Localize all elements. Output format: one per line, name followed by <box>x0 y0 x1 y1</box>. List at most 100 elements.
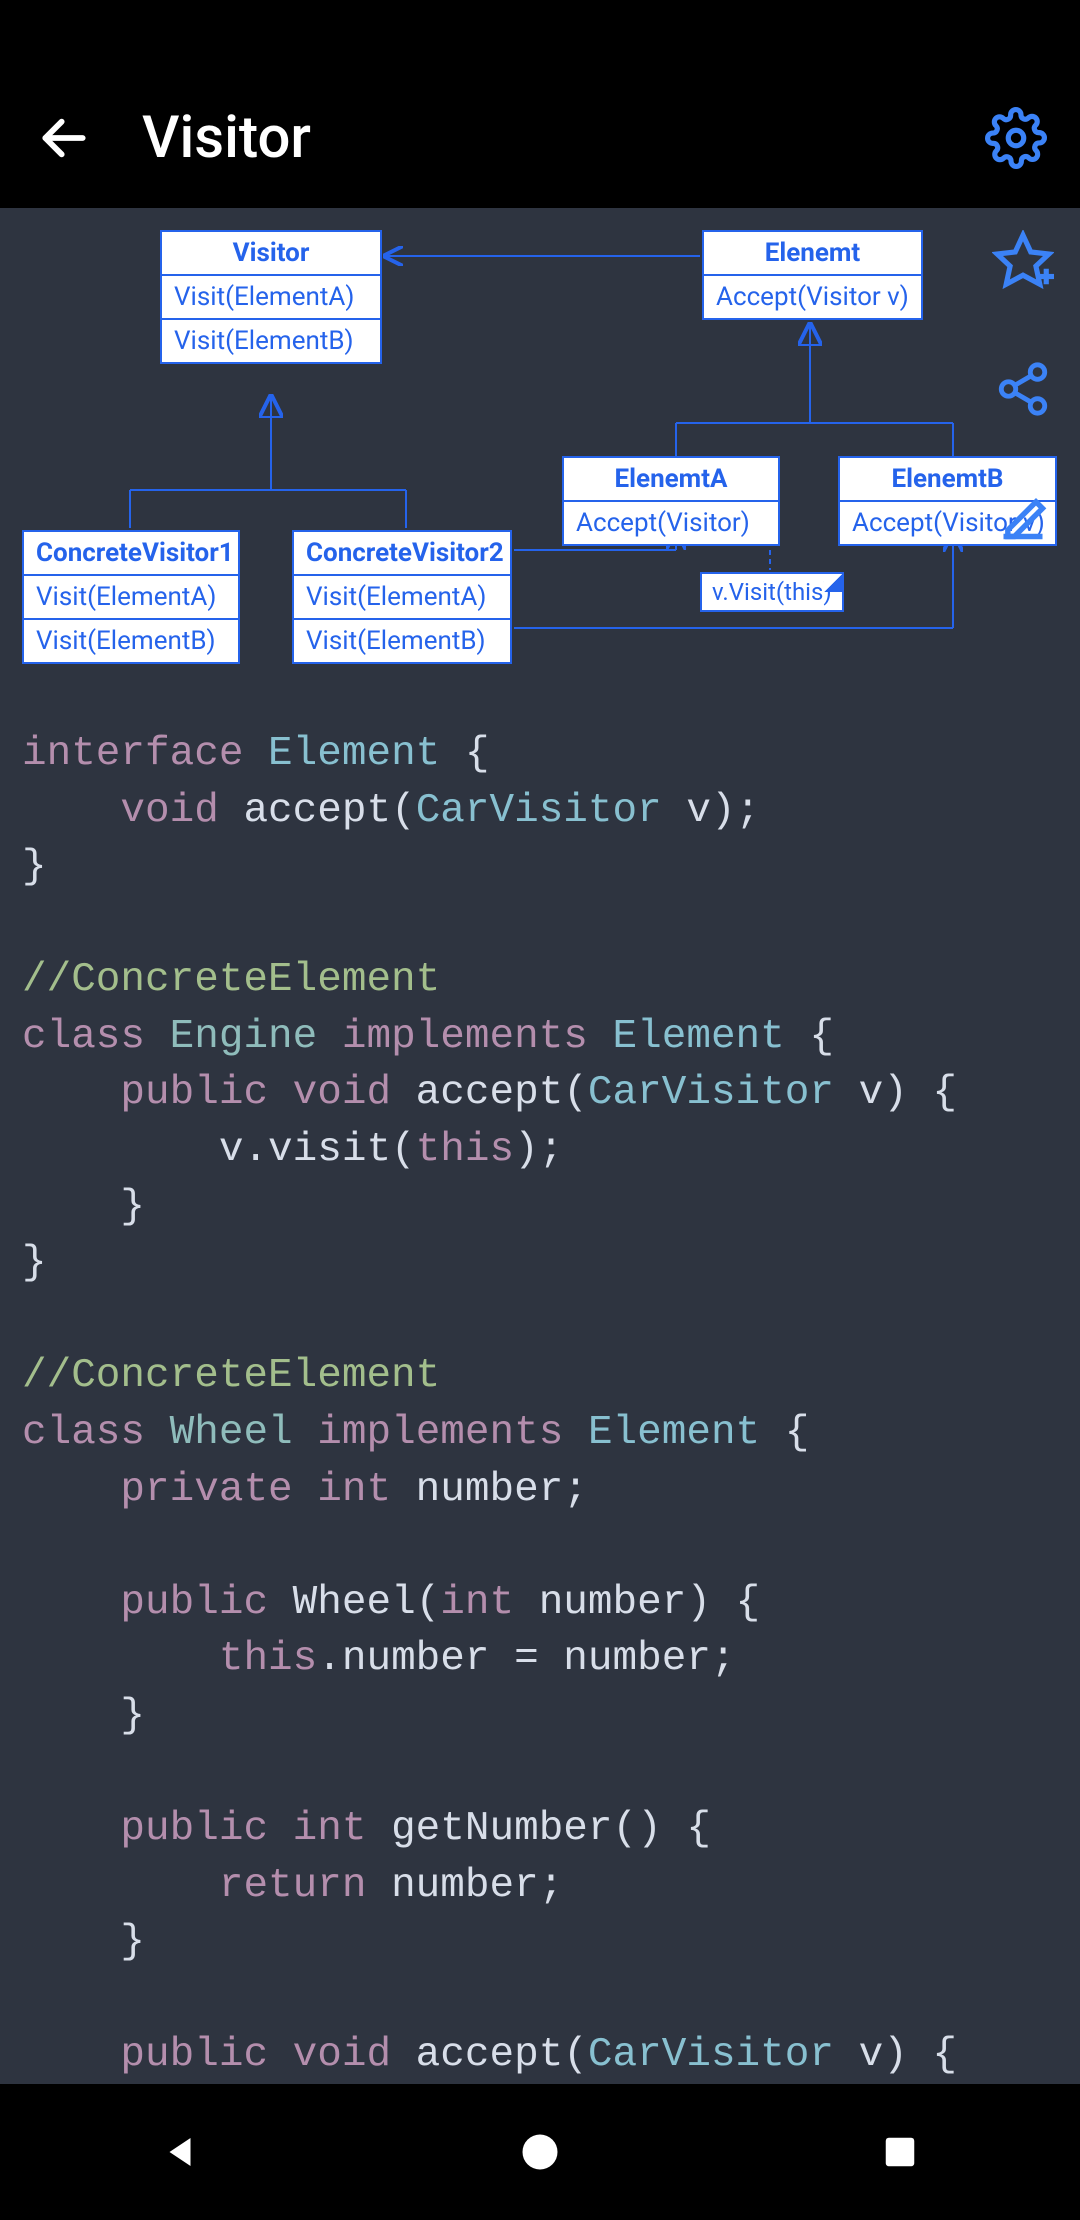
type: Element <box>588 1410 760 1456</box>
uml-method: Visit(ElementB) <box>24 620 238 662</box>
share-icon <box>994 360 1052 418</box>
uml-method: Accept(Visitor v) <box>704 276 921 318</box>
txt: v); <box>662 788 760 834</box>
txt: } <box>22 1184 145 1230</box>
kw: int <box>317 1467 391 1513</box>
txt: v.visit( <box>22 1127 416 1173</box>
txt: { <box>440 731 489 777</box>
kw: implements <box>317 1410 563 1456</box>
uml-method: Accept(Visitor) <box>564 502 778 544</box>
uml-element: Elenemt Accept(Visitor v) <box>702 230 923 320</box>
txt <box>22 1806 120 1852</box>
uml-method: Visit(ElementB) <box>162 320 380 362</box>
android-nav-bar <box>0 2084 1080 2220</box>
type: CarVisitor <box>588 2032 834 2078</box>
uml-note: v.Visit(this) <box>700 572 844 612</box>
txt: number) { <box>514 1580 760 1626</box>
edit-button[interactable] <box>988 482 1058 552</box>
txt: { <box>785 1014 834 1060</box>
txt <box>22 1467 120 1513</box>
txt: accept( <box>391 2032 588 2078</box>
txt: ); <box>514 1127 563 1173</box>
txt: } <box>22 1693 145 1739</box>
kw: class <box>22 1410 145 1456</box>
txt <box>22 1580 120 1626</box>
kw: this <box>219 1636 317 1682</box>
uml-head: Visitor <box>162 232 380 276</box>
nav-recent-button[interactable] <box>870 2122 930 2182</box>
uml-method: Visit(ElementB) <box>294 620 510 662</box>
status-bar <box>0 0 1080 68</box>
page-title: Visitor <box>142 104 980 172</box>
uml-visitor: Visitor Visit(ElementA) Visit(ElementB) <box>160 230 382 364</box>
uml-method: Visit(ElementA) <box>294 576 510 620</box>
comment: //ConcreteElement <box>22 1353 440 1399</box>
gear-icon <box>985 107 1047 169</box>
name: Engine <box>170 1014 318 1060</box>
txt: number; <box>366 1863 563 1909</box>
comment: //ConcreteElement <box>22 957 440 1003</box>
kw: public <box>120 2032 268 2078</box>
txt: { <box>760 1410 809 1456</box>
txt: } <box>22 1240 47 1286</box>
triangle-left-icon <box>159 2131 201 2173</box>
circle-icon <box>519 2131 561 2173</box>
txt: getNumber() { <box>366 1806 710 1852</box>
uml-element-a: ElenemtA Accept(Visitor) <box>562 456 780 546</box>
type: CarVisitor <box>588 1070 834 1116</box>
type: CarVisitor <box>416 788 662 834</box>
txt: accept( <box>391 1070 588 1116</box>
name: Wheel <box>170 1410 293 1456</box>
uml-concrete-visitor-1: ConcreteVisitor1 Visit(ElementA) Visit(E… <box>22 530 240 664</box>
kw: interface <box>22 731 243 777</box>
kw: public <box>120 1580 268 1626</box>
uml-method: Visit(ElementA) <box>162 276 380 320</box>
favorite-add-button[interactable] <box>988 226 1058 296</box>
kw: int <box>293 1806 367 1852</box>
kw: return <box>219 1863 367 1909</box>
settings-button[interactable] <box>980 102 1052 174</box>
type: Element <box>613 1014 785 1060</box>
nav-home-button[interactable] <box>510 2122 570 2182</box>
txt <box>22 788 120 834</box>
uml-head: ConcreteVisitor1 <box>24 532 238 576</box>
back-button[interactable] <box>28 102 100 174</box>
edit-icon <box>997 491 1049 543</box>
uml-head: ElenemtA <box>564 458 778 502</box>
txt: Wheel( <box>268 1580 440 1626</box>
type: Element <box>268 731 440 777</box>
txt <box>22 1070 120 1116</box>
app-bar: Visitor <box>0 68 1080 208</box>
square-icon <box>881 2133 919 2171</box>
uml-method: Visit(ElementA) <box>24 576 238 620</box>
uml-concrete-visitor-2: ConcreteVisitor2 Visit(ElementA) Visit(E… <box>292 530 512 664</box>
txt <box>22 1863 219 1909</box>
txt: v) { <box>834 1070 957 1116</box>
txt: } <box>22 844 47 890</box>
kw: void <box>293 2032 391 2078</box>
txt <box>22 2032 120 2078</box>
kw: void <box>120 788 218 834</box>
kw: implements <box>342 1014 588 1060</box>
txt: v) { <box>834 2032 957 2078</box>
star-add-icon <box>992 230 1054 292</box>
uml-diagram: Visitor Visit(ElementA) Visit(ElementB) … <box>0 208 1080 698</box>
txt: number; <box>391 1467 588 1513</box>
kw: int <box>440 1580 514 1626</box>
kw: public <box>120 1070 268 1116</box>
kw: public <box>120 1806 268 1852</box>
code-block[interactable]: interface Element { void accept(CarVisit… <box>0 698 1080 2084</box>
content-area[interactable]: Visitor Visit(ElementA) Visit(ElementB) … <box>0 208 1080 2084</box>
kw: class <box>22 1014 145 1060</box>
uml-head: ConcreteVisitor2 <box>294 532 510 576</box>
kw: private <box>120 1467 292 1513</box>
arrow-left-icon <box>36 110 92 166</box>
kw: this <box>416 1127 514 1173</box>
kw: void <box>293 1070 391 1116</box>
share-button[interactable] <box>988 354 1058 424</box>
txt <box>22 1636 219 1682</box>
uml-head: Elenemt <box>704 232 921 276</box>
nav-back-button[interactable] <box>150 2122 210 2182</box>
txt: accept( <box>219 788 416 834</box>
txt: .number = number; <box>317 1636 735 1682</box>
